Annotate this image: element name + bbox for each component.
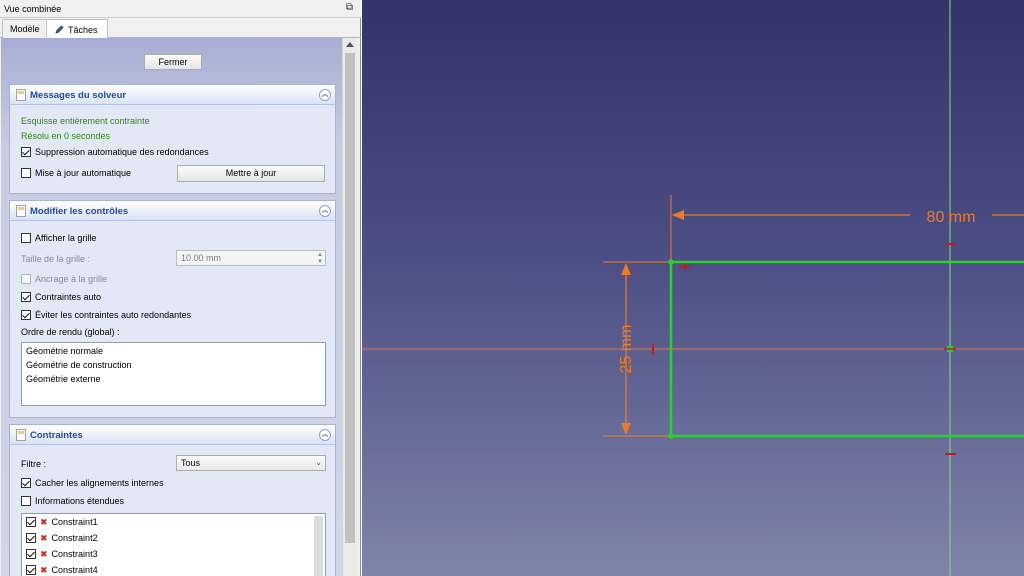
extended-info-label: Informations étendues [35, 496, 125, 506]
scroll-up-icon[interactable] [346, 42, 354, 47]
dimension-arrowhead [672, 210, 684, 220]
hide-internal-checkbox[interactable]: Cacher les alignements internes [21, 478, 164, 488]
sketch-page-icon [16, 429, 26, 441]
checkbox-icon [21, 147, 31, 157]
hide-internal-label: Cacher les alignements internes [35, 478, 164, 488]
tab-model[interactable]: Modèle [2, 19, 48, 38]
coincident-constraint-icon: ✖ [40, 565, 48, 575]
checkbox-icon [21, 496, 31, 506]
checkbox-icon[interactable] [26, 549, 36, 559]
task-panel-scrollbar[interactable] [342, 38, 357, 576]
collapse-edit-controls-icon[interactable]: ︽ [319, 205, 331, 217]
render-order-item[interactable]: Géométrie de construction [26, 360, 132, 370]
extended-info-checkbox[interactable]: Informations étendues [21, 496, 124, 506]
tab-tasks-label: Tâches [68, 25, 98, 35]
render-order-item[interactable]: Géométrie normale [26, 346, 103, 356]
filter-value: Tous [181, 458, 201, 468]
sketch-vertex[interactable] [668, 259, 674, 265]
constraint-label: Constraint4 [51, 565, 98, 575]
list-scrollbar[interactable] [314, 516, 323, 576]
checkbox-icon[interactable] [26, 517, 36, 527]
constraint-item[interactable]: ✖ Constraint4 [26, 565, 98, 576]
filter-label: Filtre : [21, 459, 47, 469]
auto-remove-redundants-checkbox[interactable]: Suppression automatique des redondances [21, 147, 209, 157]
render-order-list[interactable]: Géométrie normale Géométrie de construct… [21, 342, 326, 406]
constraint-item[interactable]: ✖ Constraint2 [26, 533, 98, 544]
scroll-thumb[interactable] [345, 53, 355, 543]
collapse-constraints-icon[interactable]: ︽ [319, 429, 331, 441]
tab-model-label: Modèle [10, 24, 40, 34]
render-order-item[interactable]: Géométrie externe [26, 374, 101, 384]
sketch-vertex[interactable] [668, 433, 674, 439]
dimension-arrowhead [621, 263, 631, 275]
grid-snap-checkbox[interactable]: Ancrage à la grille [21, 274, 107, 284]
checkbox-icon [21, 233, 31, 243]
edit-controls-title: Modifier les contrôles [30, 206, 129, 217]
sketch-page-icon [16, 89, 26, 101]
chevron-down-icon: ⌄ [315, 458, 322, 467]
checkbox-icon [21, 292, 31, 302]
avoid-redundant-label: Éviter les contraintes auto redondantes [35, 310, 192, 320]
combo-view-panel: Vue combinée ⧉ Modèle Tâches Fermer Mess… [0, 0, 361, 576]
combo-view-title: Vue combinée [4, 4, 62, 14]
auto-constraints-checkbox[interactable]: Contraintes auto [21, 292, 101, 302]
solver-messages-header[interactable]: Messages du solveur ︽ [10, 85, 335, 105]
constraints-title: Contraintes [30, 430, 83, 441]
avoid-redundant-checkbox[interactable]: Éviter les contraintes auto redondantes [21, 310, 191, 320]
coincident-constraint-icon: ✖ [40, 517, 48, 527]
tab-bar: Modèle Tâches [0, 19, 361, 39]
auto-update-checkbox[interactable]: Mise à jour automatique [21, 168, 131, 178]
constraint-item[interactable]: ✖ Constraint3 [26, 549, 98, 560]
grid-size-value: 10.00 mm [181, 253, 222, 263]
constraints-panel: Contraintes ︽ Filtre : Tous ⌄ Cacher les… [9, 424, 336, 576]
update-button[interactable]: Mettre à jour [177, 165, 325, 182]
task-panel: Fermer Messages du solveur ︽ Esquisse en… [1, 38, 342, 576]
sketch-page-icon [16, 205, 26, 217]
edit-controls-header[interactable]: Modifier les contrôles ︽ [10, 201, 335, 221]
show-grid-checkbox[interactable]: Afficher la grille [21, 233, 96, 243]
grid-snap-label: Ancrage à la grille [35, 274, 108, 284]
checkbox-icon [21, 310, 31, 320]
auto-remove-redundants-label: Suppression automatique des redondances [35, 147, 209, 157]
filter-select[interactable]: Tous ⌄ [176, 455, 326, 471]
constraint-item[interactable]: ✖ Constraint1 [26, 517, 98, 528]
status-constraint: Esquisse entièrement contrainte [21, 116, 150, 126]
constraint-label: Constraint1 [51, 517, 98, 527]
coincident-constraint-icon: ✖ [40, 533, 48, 543]
dimension-label-horizontal[interactable]: 80 mm [927, 209, 976, 226]
constraint-label: Constraint2 [51, 533, 98, 543]
checkbox-icon[interactable] [26, 533, 36, 543]
auto-update-label: Mise à jour automatique [35, 168, 132, 178]
checkbox-icon [21, 478, 31, 488]
grid-size-input[interactable]: 10.00 mm ▲ ▼ [176, 250, 326, 266]
close-button[interactable]: Fermer [144, 54, 202, 70]
collapse-solver-icon[interactable]: ︽ [319, 89, 331, 101]
sketch-canvas[interactable]: 80 mm 25 mm [362, 0, 1024, 576]
constraint-label: Constraint3 [51, 549, 98, 559]
coincident-constraint-icon: ✖ [40, 549, 48, 559]
combo-view-titlebar: Vue combinée ⧉ [0, 0, 361, 18]
spinner-arrows-icon[interactable]: ▲ ▼ [317, 252, 323, 266]
dimension-arrowhead [621, 423, 631, 435]
tab-tasks[interactable]: Tâches [46, 19, 108, 39]
sketch-3d-view[interactable]: 80 mm 25 mm [362, 0, 1024, 576]
checkbox-icon[interactable] [26, 565, 36, 575]
constraints-header[interactable]: Contraintes ︽ [10, 425, 335, 445]
auto-constraints-label: Contraintes auto [35, 292, 102, 302]
render-order-label: Ordre de rendu (global) : [21, 327, 120, 337]
status-time: Résolu en 0 secondes [21, 131, 111, 141]
checkbox-icon [21, 274, 31, 284]
constraints-list[interactable]: ✖ Constraint1 ✖ Constraint2 ✖ Constraint3 ✖… [21, 513, 326, 576]
float-window-icon[interactable]: ⧉ [346, 2, 353, 13]
pencil-icon [55, 25, 64, 34]
dimension-label-vertical[interactable]: 25 mm [618, 325, 635, 374]
edit-controls-panel: Modifier les contrôles ︽ Afficher la gri… [9, 200, 336, 418]
checkbox-icon [21, 168, 31, 178]
solver-messages-title: Messages du solveur [30, 90, 127, 101]
solver-messages-panel: Messages du solveur ︽ Esquisse entièreme… [9, 84, 336, 194]
show-grid-label: Afficher la grille [35, 233, 97, 243]
grid-size-label: Taille de la grille : [21, 254, 91, 264]
